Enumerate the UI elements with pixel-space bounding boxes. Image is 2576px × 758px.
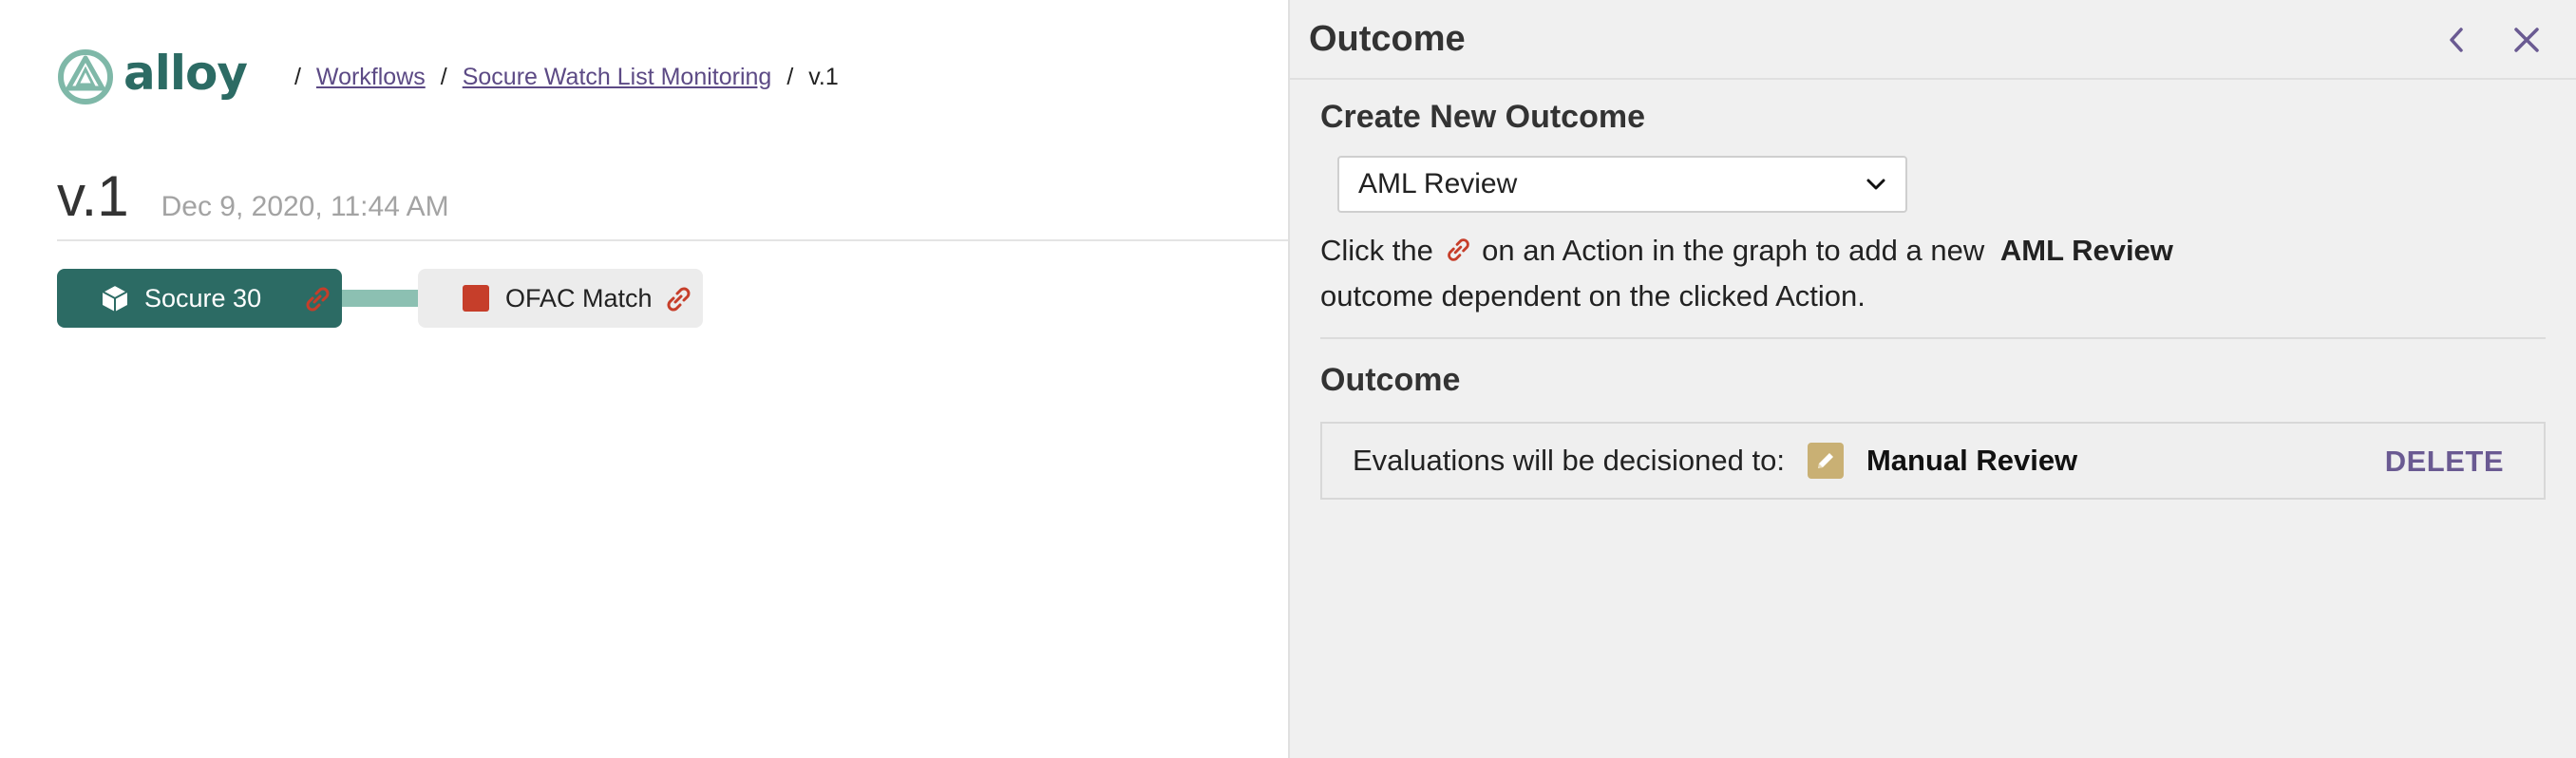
breadcrumb-workflow-link[interactable]: Socure Watch List Monitoring [463,64,772,91]
graph-node-label: OFAC Match [505,283,653,313]
outcome-type-select[interactable]: AML Review [1337,156,1907,213]
close-icon [2514,28,2539,52]
close-button[interactable] [2506,19,2548,61]
link-icon[interactable] [300,282,334,316]
graph-node-label: Socure 30 [144,283,262,313]
version-header: v.1 Dec 9, 2020, 11:44 AM [57,163,449,229]
header-divider [57,239,1288,241]
outcome-panel: Outcome Create New Outcome AML Review Cl… [1288,0,2576,758]
brand-name: alloy [123,46,248,101]
chevron-down-icon [1866,179,1885,190]
outcome-decision-row: Evaluations will be decisioned to: Manua… [1320,422,2546,500]
breadcrumb-separator: / [294,63,301,90]
alloy-logo-icon [58,49,113,104]
breadcrumb-current: v.1 [808,63,839,90]
help-text-middle: on an Action in the graph to add a new [1482,234,1985,267]
breadcrumb-workflows-link[interactable]: Workflows [316,64,426,91]
create-outcome-heading: Create New Outcome [1320,99,1645,135]
pencil-icon [1817,453,1833,468]
red-square-icon [460,282,492,314]
create-outcome-help: Click the on an Action in the graph to a… [1320,228,2175,319]
back-button[interactable] [2435,19,2477,61]
edit-button[interactable] [1807,443,1844,479]
link-icon [1447,238,1469,261]
help-text-end: outcome dependent on the clicked Action. [1320,279,1866,313]
help-text-outcome-name: AML Review [1999,234,2173,267]
panel-header: Outcome [1290,0,2576,80]
cube-icon [99,282,131,314]
alloy-logo[interactable]: alloy [57,46,248,105]
graph-node-ofac[interactable]: OFAC Match [418,269,703,328]
top-bar: alloy / Workflows / Socure Watch List Mo… [57,46,839,108]
breadcrumb-separator: / [786,63,794,90]
decision-label: Evaluations will be decisioned to: [1353,444,1785,477]
outcome-type-value: AML Review [1358,168,1518,199]
panel-title: Outcome [1309,19,1466,59]
workflow-graph: Socure 30 OFAC Match [57,269,817,328]
panel-divider [1320,337,2546,339]
breadcrumb-separator: / [440,63,447,90]
graph-node-socure[interactable]: Socure 30 [57,269,342,328]
breadcrumb: / Workflows / Socure Watch List Monitori… [279,64,839,91]
version-timestamp: Dec 9, 2020, 11:44 AM [161,191,449,222]
workflow-canvas: alloy / Workflows / Socure Watch List Mo… [0,0,1288,758]
delete-button[interactable]: DELETE [2385,445,2504,479]
outcome-heading: Outcome [1320,362,1461,398]
help-text-start: Click the [1320,234,1433,267]
chevron-left-icon [2450,28,2463,52]
link-icon[interactable] [661,282,695,316]
decision-value: Manual Review [1866,444,2078,477]
page-title: v.1 [57,164,129,228]
